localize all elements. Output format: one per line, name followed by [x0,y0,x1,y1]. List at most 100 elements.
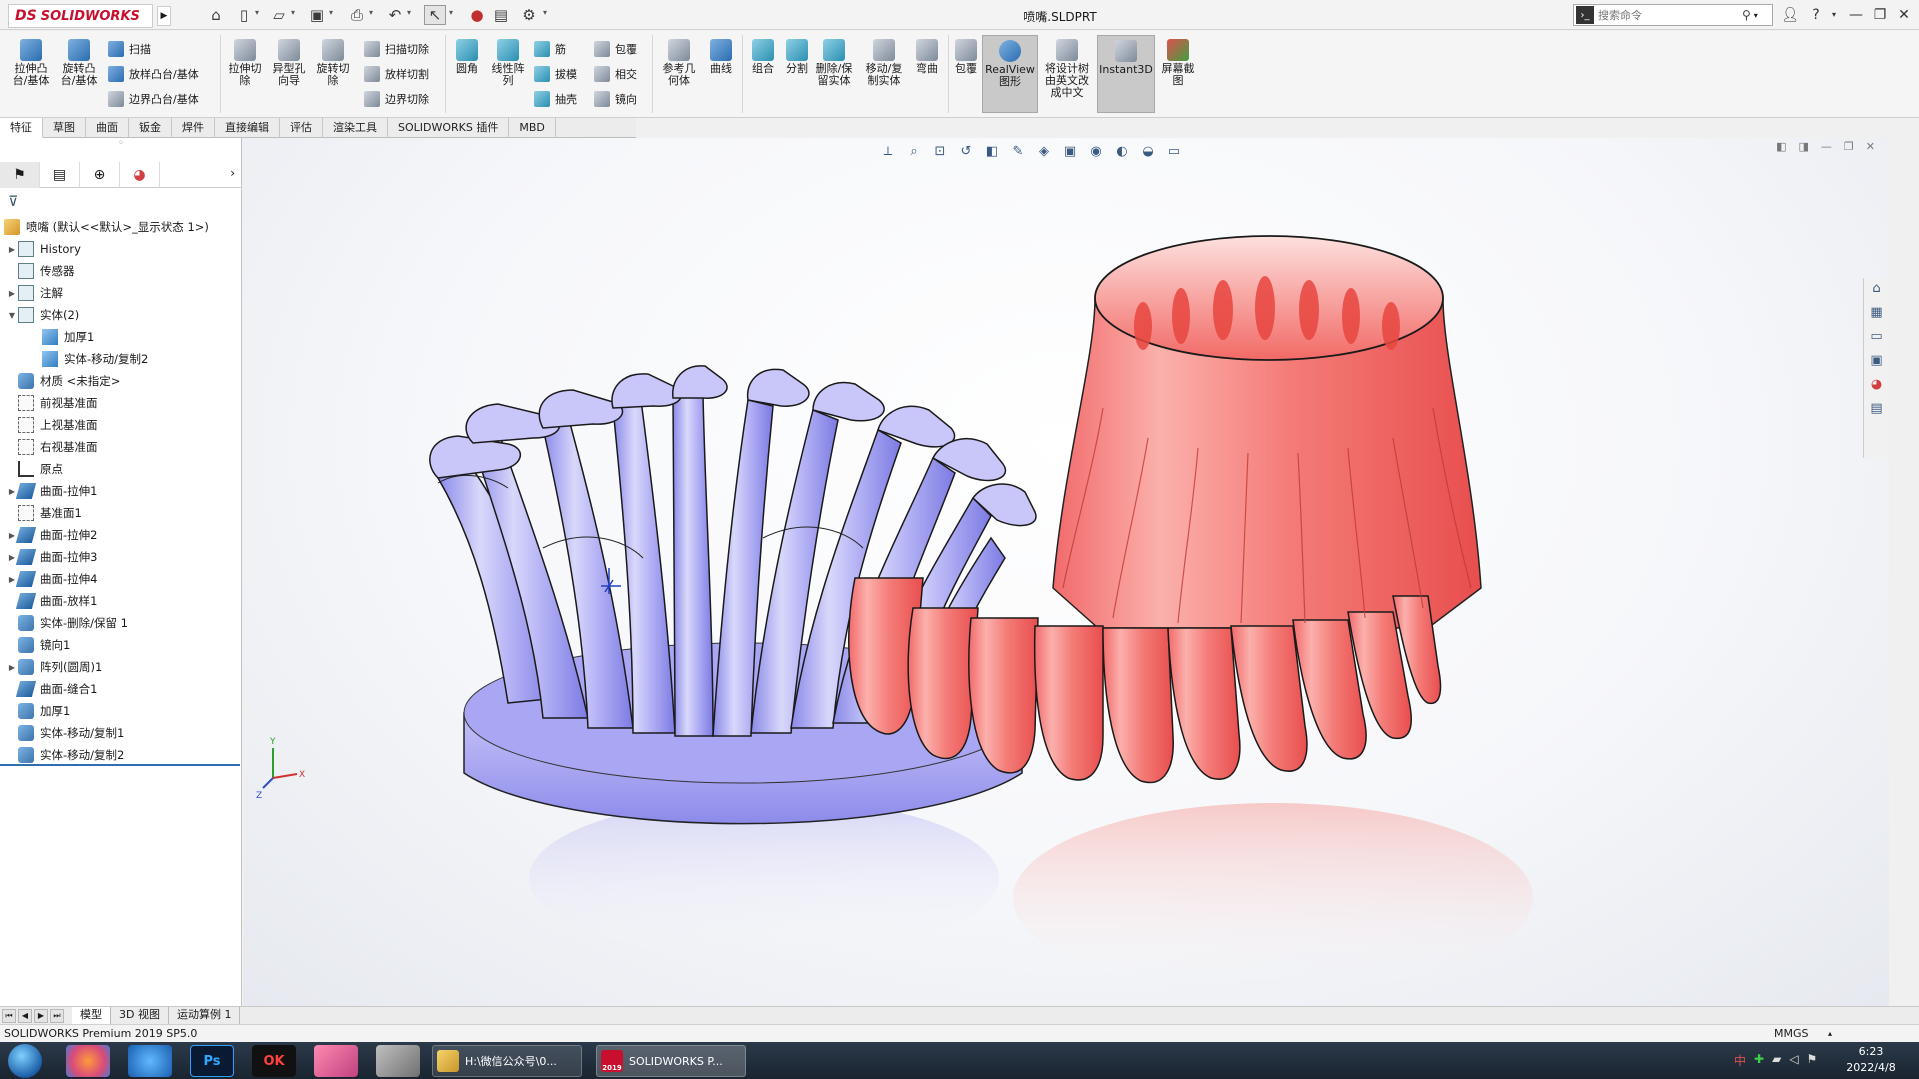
file-explorer-icon[interactable]: ▭ [1867,326,1887,346]
instant3d-button[interactable]: Instant3D [1097,35,1155,113]
restore-icon[interactable]: ❐ [1868,4,1892,26]
tree-item[interactable]: ▶ 曲面-拉伸3 [0,546,242,568]
design-library-icon[interactable]: ▦ [1867,302,1887,322]
tree-item[interactable]: ▶ 曲面-拉伸4 [0,568,242,590]
select-dropdown-icon[interactable]: ▾ [449,8,457,17]
last-tab-icon[interactable]: ⏭ [50,1008,64,1023]
tree-root[interactable]: 喷嘴 (默认<<默认>_显示状态 1>) [0,216,242,238]
model-tab-0[interactable]: 模型 [72,1007,111,1024]
intersect-button[interactable]: 相交 [594,64,637,84]
mirror-button[interactable]: 镜向 [594,89,637,109]
prev-tab-icon[interactable]: ◀ [18,1008,32,1023]
solidworks-taskbar-window[interactable]: 2019 SOLIDWORKS P... [596,1045,746,1077]
tree-item[interactable]: 上视基准面 [0,414,242,436]
graphics-area[interactable]: ⟂ ⌕ ⊡ ↺ ◧ ✎ ◈ ▣ ◉ ◐ ◒ ▭ ◧ ◨ — ❐ ✕ Y X Z … [243,138,1889,1006]
open-dropdown-icon[interactable]: ▾ [291,8,299,17]
start-button[interactable] [8,1044,42,1078]
unit-system-label[interactable]: MMGS [1774,1025,1809,1042]
tree-item[interactable]: 基准面1 [0,502,242,524]
appearances-icon[interactable]: ◕ [1867,374,1887,394]
search-input[interactable] [1598,8,1738,22]
photos-app-icon[interactable] [66,1045,110,1077]
tree-item[interactable]: 实体-删除/保留 1 [0,612,242,634]
combine-button[interactable]: 组合 [746,39,780,75]
input-method-icon[interactable]: 中 [1734,1052,1746,1069]
security-icon[interactable]: ✚ [1754,1052,1764,1069]
rollback-bar[interactable] [0,764,240,766]
tab-3[interactable]: 钣金 [129,118,172,138]
expand-toggle-icon[interactable]: ▶ [6,663,18,672]
boundary-cut-button[interactable]: 边界切除 [364,89,429,109]
tree-item[interactable]: 实体-移动/复制2 [0,744,242,766]
expand-toggle-icon[interactable]: ▶ [6,245,18,254]
unit-system-dropdown-icon[interactable]: ▴ [1828,1025,1832,1042]
tab-4[interactable]: 焊件 [172,118,215,138]
filter-icon[interactable]: ⊽ [8,194,26,212]
tab-1[interactable]: 草图 [43,118,86,138]
network-icon[interactable]: ▰ [1772,1052,1781,1069]
open-folder-icon[interactable]: ▱ [268,5,290,25]
tab-5[interactable]: 直接编辑 [215,118,280,138]
tab-9[interactable]: MBD [509,118,556,138]
model-tab-1[interactable]: 3D 视图 [111,1007,169,1024]
tree-item[interactable]: 镜向1 [0,634,242,656]
search-dropdown-icon[interactable]: ▾ [1754,11,1758,20]
move-copy-body-button[interactable]: 移动/复 制实体 [862,39,906,87]
traffic-light-icon[interactable]: ● [466,5,488,25]
tree-item[interactable]: 曲面-放样1 [0,590,242,612]
realview-button[interactable]: RealView 图形 [982,35,1038,113]
options-dropdown-icon[interactable]: ▾ [543,8,551,17]
loft-boss-button[interactable]: 放样凸台/基体 [108,64,199,84]
tree-item[interactable]: 加厚1 [0,326,242,348]
first-tab-icon[interactable]: ⏮ [2,1008,16,1023]
panel-expand-arrow-icon[interactable]: › [230,166,235,180]
flag-icon[interactable]: ⚑ [1807,1052,1818,1069]
next-tab-icon[interactable]: ▶ [34,1008,48,1023]
save-icon[interactable]: ▣ [306,5,328,25]
screen-capture-button[interactable]: 屏幕截 图 [1158,39,1198,87]
tree-item[interactable]: ▼ 实体(2) [0,304,242,326]
options-gear-icon[interactable]: ⚙ [518,5,540,25]
translate-tree-button[interactable]: 将设计树 由英文改 成中文 [1040,39,1094,99]
new-dropdown-icon[interactable]: ▾ [255,8,263,17]
help-dropdown-icon[interactable]: ▾ [1822,4,1846,26]
revolve-boss-button[interactable]: 旋转凸 台/基体 [58,39,100,87]
shell-button[interactable]: 抽壳 [534,89,577,109]
panel-grip-handle[interactable]: ◦ [0,138,242,162]
tree-item[interactable]: ▶ 曲面-拉伸1 [0,480,242,502]
sweep-cut-button[interactable]: 扫描切除 [364,39,429,59]
extrude-cut-button[interactable]: 拉伸切 除 [226,39,264,87]
volume-icon[interactable]: ◁ [1789,1052,1798,1069]
print-icon[interactable]: ⎙ [346,5,368,25]
tree-item[interactable]: 前视基准面 [0,392,242,414]
menu-expand-arrow-icon[interactable]: ▶ [157,6,171,26]
undo-icon[interactable]: ↶ [384,5,406,25]
configuration-manager-tab-icon[interactable]: ⊕ [80,162,120,188]
tab-7[interactable]: 渲染工具 [323,118,388,138]
save-dropdown-icon[interactable]: ▾ [329,8,337,17]
tree-item[interactable]: 加厚1 [0,700,242,722]
tree-item[interactable]: 实体-移动/复制2 [0,348,242,370]
ok-app-icon[interactable]: OK [252,1045,296,1077]
explorer-taskbar-window[interactable]: H:\微信公众号\0... [432,1045,582,1077]
tab-6[interactable]: 评估 [280,118,323,138]
select-cursor-icon[interactable]: ↖ [424,5,446,25]
display-manager-tab-icon[interactable]: ◕ [120,162,160,188]
tree-item[interactable]: 实体-移动/复制1 [0,722,242,744]
delete-keep-body-button[interactable]: 删除/保 留实体 [812,39,856,87]
loft-cut-button[interactable]: 放样切割 [364,64,429,84]
sweep-button[interactable]: 扫描 [108,39,151,59]
fillet-button[interactable]: 圆角 [450,39,484,75]
command-search-box[interactable]: ›_ ⚲ ▾ [1573,4,1773,26]
wrap-button[interactable]: 包覆 [594,39,637,59]
home-icon[interactable]: ⌂ [205,5,227,25]
tree-item[interactable]: 传感器 [0,260,242,282]
tool-app-icon[interactable] [376,1045,420,1077]
wrap-big-button[interactable]: 包覆 [950,39,982,75]
browser-app-icon[interactable] [128,1045,172,1077]
revolve-cut-button[interactable]: 旋转切 除 [314,39,352,87]
extrude-boss-button[interactable]: 拉伸凸 台/基体 [10,39,52,87]
tab-2[interactable]: 曲面 [86,118,129,138]
file-properties-icon[interactable]: ▤ [490,5,512,25]
minimize-icon[interactable]: — [1844,4,1868,26]
